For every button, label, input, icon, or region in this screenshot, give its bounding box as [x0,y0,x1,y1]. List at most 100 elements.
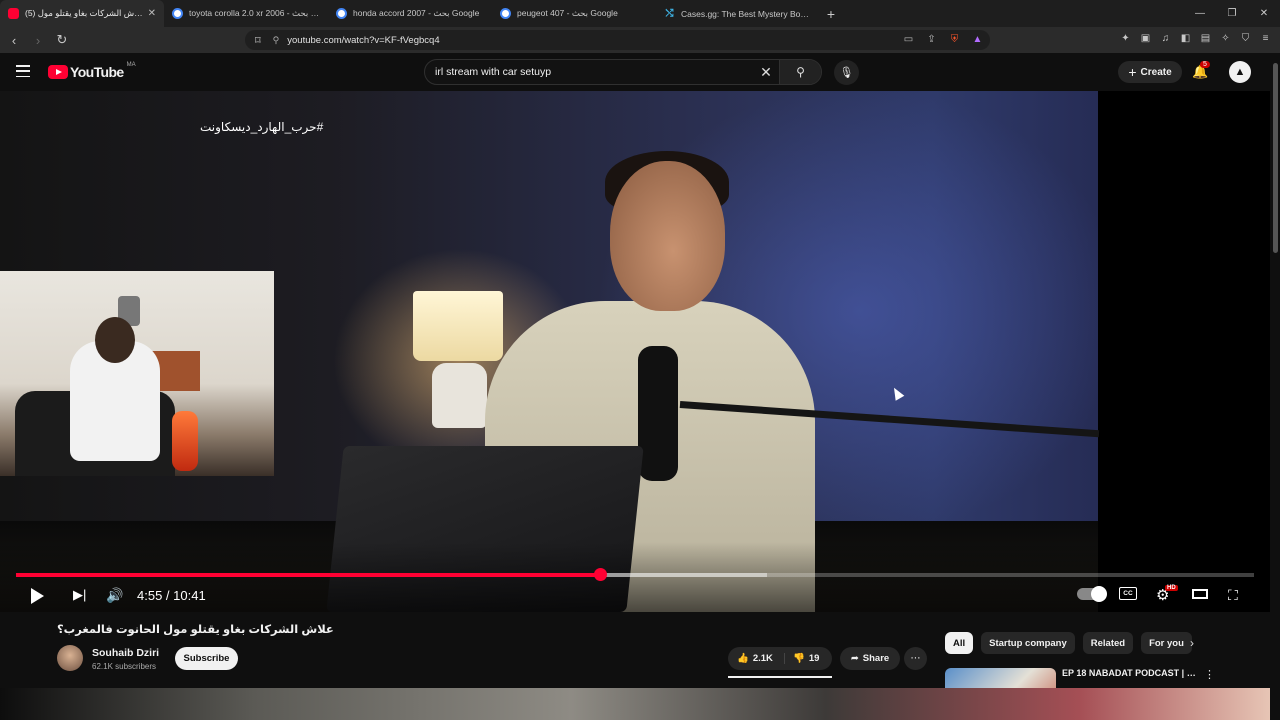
chip-all[interactable]: All [945,632,974,654]
search-box[interactable]: irl stream with car setuyp ✕ ⚲ [424,59,822,85]
wallet-icon[interactable]: ▤ [1199,32,1212,45]
captions-button[interactable]: CC [1119,587,1137,600]
like-button[interactable]: 👍 2.1K [728,653,785,664]
browser-tab-peugeot[interactable]: peugeot 407 - بحث Google [492,0,656,27]
studio-mic-scene [638,346,678,481]
forward-icon[interactable]: › [28,30,48,50]
cast-icon[interactable]: ▭ [902,33,915,46]
browser-tab-honda[interactable]: honda accord 2007 - بحث Google [328,0,492,27]
more-actions-button[interactable]: ⋯ [904,647,927,670]
tab-title: Cases.gg: The Best Mystery Box Site [681,8,812,19]
voice-search-button[interactable]: 🎙 [834,60,859,85]
webcam-head [95,317,135,363]
autoplay-toggle[interactable] [1077,586,1107,602]
create-button[interactable]: + Create [1118,61,1182,83]
leo-ai-icon[interactable]: ✧ [1219,32,1232,45]
dislike-count: 19 [808,653,820,664]
chip-startup-company[interactable]: Startup company [981,632,1075,654]
settings-gear-icon[interactable]: ⚙ HD [1156,584,1178,606]
restore-icon[interactable]: ❐ [1216,0,1248,27]
progress-bar[interactable] [16,568,1254,581]
extensions-icon[interactable]: ✦ [1119,32,1132,45]
play-icon[interactable] [31,588,44,604]
music-icon[interactable]: ♫ [1159,32,1172,45]
window-controls: — ❐ ✕ [1184,0,1280,27]
brave-shields-icon[interactable]: ⛨ [948,33,961,46]
close-window-icon[interactable]: ✕ [1248,0,1280,27]
browser-toolbar: ‹ › ↻ ⌑ ⚲ youtube.com/watch?v=KF-fVegbcq… [0,27,1280,53]
channel-name[interactable]: Souhaib Dziri [92,647,159,659]
next-video-icon[interactable]: ▶| [73,584,86,606]
country-code: MA [126,62,136,68]
minimize-icon[interactable]: — [1184,0,1216,27]
account-avatar[interactable]: ▲ [1229,61,1251,83]
google-favicon-icon [500,8,511,19]
cases-favicon-icon: ⤭ [665,8,674,19]
streamer-webcam-overlay [0,271,274,476]
plus-icon: + [1128,64,1137,80]
share-button[interactable]: ➦ Share [840,647,900,670]
back-icon[interactable]: ‹ [4,30,24,50]
reader-icon[interactable]: ▣ [1139,32,1152,45]
fullscreen-icon[interactable]: ⛶ [1228,584,1238,606]
chevron-right-icon[interactable]: › [1190,636,1194,650]
browser-tab-youtube[interactable]: (5) علاش الشركات بغاو يقتلو مول ✕ [0,0,164,27]
address-bar[interactable]: ⌑ ⚲ youtube.com/watch?v=KF-fVegbcq4 ▭ ⇪ … [245,30,990,50]
theater-mode-icon[interactable] [1192,589,1208,599]
youtube-header: YouTube MA irl stream with car setuyp ✕ … [0,53,1280,91]
scrubber-handle[interactable] [593,568,607,581]
like-ratio-bar [728,676,832,678]
hamburger-menu-icon[interactable] [16,65,30,77]
youtube-favicon-icon [8,8,19,19]
google-favicon-icon [172,8,183,19]
clear-search-icon[interactable]: ✕ [753,64,779,81]
tab-title: peugeot 407 - بحث Google [517,8,618,18]
site-info-icon[interactable]: ⚲ [273,35,280,46]
subscribe-button[interactable]: Subscribe [175,647,238,670]
lamp-scene [413,291,503,361]
youtube-play-logo-icon [48,65,68,79]
youtube-logo[interactable]: YouTube MA [48,62,136,80]
vpn-icon[interactable]: ⛉ [1239,32,1252,45]
browser-menu-icon[interactable]: ≡ [1259,32,1272,45]
volume-icon[interactable]: 🔊 [106,584,123,606]
share-label: Share [862,653,890,664]
close-tab-icon[interactable]: ✕ [148,8,156,19]
like-count: 2.1K [752,653,773,664]
share-page-icon[interactable]: ⇪ [925,33,938,46]
reload-icon[interactable]: ↻ [52,30,72,50]
browser-tab-cases[interactable]: ⤭ Cases.gg: The Best Mystery Box Site [656,0,820,27]
chip-for-you[interactable]: For you [1141,632,1192,654]
page-below-fold [0,688,1270,720]
related-filter-chips: All Startup company Related For you [945,632,1192,654]
browser-tab-toyota[interactable]: toyota corolla 2.0 xr 2006 - بحث Goo [164,0,328,27]
new-tab-button[interactable]: + [820,0,842,27]
brave-rewards-icon[interactable]: ▲ [971,33,984,46]
lamp-base-scene [432,363,487,428]
notifications-button[interactable]: 🔔 5 [1192,61,1210,80]
played-bar [16,573,600,577]
page-scrollbar[interactable] [1270,53,1280,720]
google-favicon-icon [336,8,347,19]
create-label: Create [1140,66,1172,78]
channel-avatar[interactable] [57,645,83,671]
search-input[interactable]: irl stream with car setuyp [425,66,753,78]
dislike-button[interactable]: 👎 19 [785,653,819,664]
scrollbar-thumb[interactable] [1273,63,1278,253]
video-player[interactable]: #حرب_الهارد_ديسكاونت ▶| 🔊 4:55 / 10:41 C… [0,91,1270,612]
recommendation-title[interactable]: EP 18 NABADAT PODCAST | سبب [1062,668,1202,679]
browser-tab-strip: (5) علاش الشركات بغاو يقتلو مول ✕ toyota… [0,0,1280,27]
address-bar-actions: ▭ ⇪ ⛨ ▲ [902,33,984,46]
url-text[interactable]: youtube.com/watch?v=KF-fVegbcq4 [287,35,439,46]
chip-related[interactable]: Related [1082,632,1134,654]
microphone-icon: 🎙 [839,67,854,79]
time-display: 4:55 / 10:41 [137,587,206,603]
share-icon: ➦ [850,653,859,664]
thumbs-down-icon: 👎 [793,653,805,664]
recommendation-menu-icon[interactable]: ⋮ [1204,668,1215,681]
sidebar-toggle-icon[interactable]: ◧ [1179,32,1192,45]
search-button[interactable]: ⚲ [779,60,821,84]
presenter-head-scene [610,161,725,311]
bookmark-icon[interactable]: ⌑ [255,34,261,47]
subscriber-count: 62.1K subscribers [92,662,157,671]
